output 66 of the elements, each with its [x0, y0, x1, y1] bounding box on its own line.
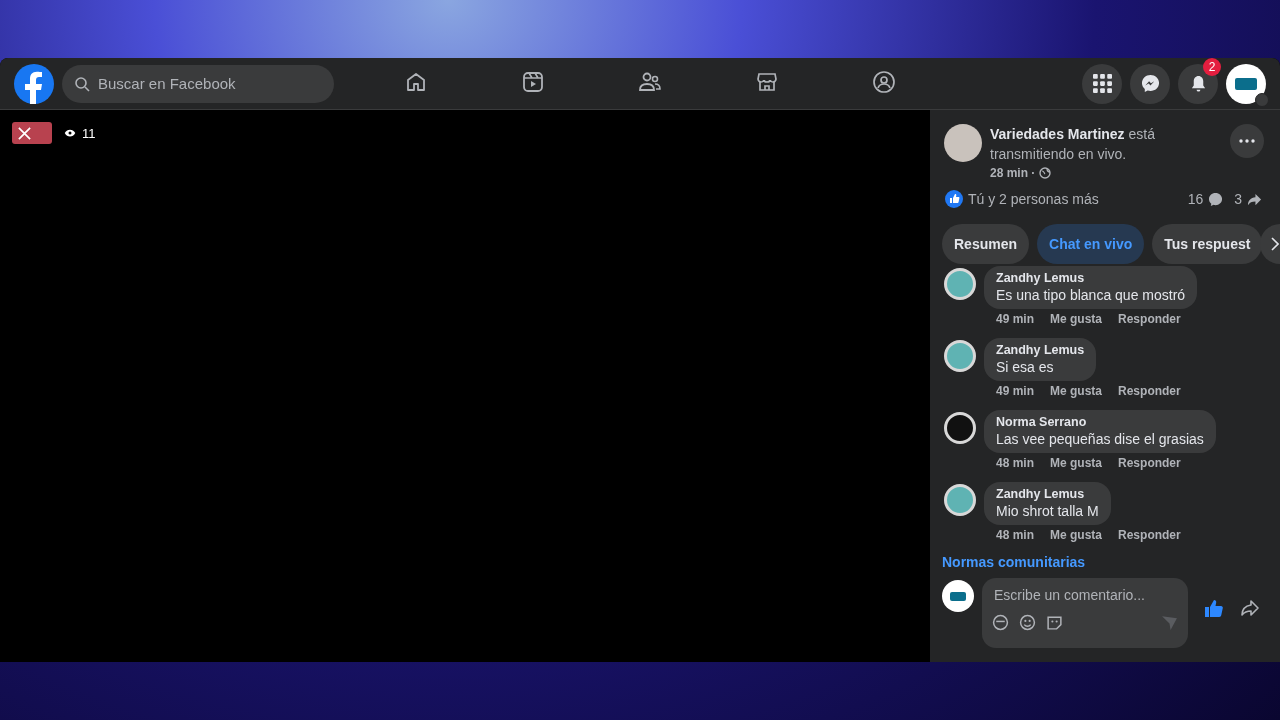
notification-count: 2	[1203, 58, 1221, 76]
store-icon	[755, 70, 779, 94]
tab[interactable]: Tus respuest	[1152, 224, 1263, 264]
reply-link[interactable]: Responder	[1118, 312, 1181, 326]
messenger-button[interactable]	[1130, 63, 1170, 104]
more-icon	[1239, 139, 1255, 143]
user-avatar	[942, 580, 974, 612]
comment-text: Si esa es	[996, 359, 1055, 375]
commenter-avatar[interactable]	[944, 484, 976, 516]
viewer-count: 11	[82, 125, 96, 141]
sticker-icon	[1046, 614, 1063, 631]
comment-time: 49 min	[996, 384, 1034, 398]
thumbs-up-icon[interactable]	[1204, 598, 1224, 618]
tab[interactable]: Chat en vivo	[1037, 224, 1145, 264]
profile-avatar[interactable]	[1226, 63, 1266, 104]
comment-author[interactable]: Zandhy Lemus	[996, 487, 1099, 501]
comment-count: 16	[1187, 191, 1204, 207]
group-icon	[872, 70, 896, 94]
like-link[interactable]: Me gusta	[1050, 456, 1103, 470]
search-icon	[74, 75, 90, 92]
comment-time: 48 min	[996, 456, 1034, 470]
comment-field[interactable]: Escribe un comentario...	[992, 586, 1176, 604]
comment-author[interactable]: Zandhy Lemus	[996, 343, 1085, 357]
avatar-sticker-icon	[992, 614, 1009, 631]
community-standards-link[interactable]: Normas comunitarias	[942, 554, 1086, 570]
comment-time: 48 min	[996, 528, 1034, 542]
home-icon	[404, 70, 428, 94]
commenter-avatar[interactable]	[944, 412, 976, 444]
chevron-right-icon	[1271, 237, 1279, 251]
comment-text: Mio shrot talla M	[996, 503, 1099, 519]
tab[interactable]: Resumen	[942, 224, 1030, 264]
reply-link[interactable]: Responder	[1118, 456, 1181, 470]
commenter-avatar[interactable]	[944, 268, 976, 300]
share-icon	[1247, 191, 1262, 207]
commenter-avatar[interactable]	[944, 340, 976, 372]
send-icon	[1161, 614, 1178, 631]
reactions-summary[interactable]: Tú y 2 personas más	[968, 191, 1183, 207]
menu-button[interactable]	[1082, 63, 1122, 104]
people-icon	[638, 70, 662, 94]
more-button[interactable]	[1230, 124, 1264, 158]
post-time: 28 min ·	[990, 166, 1036, 180]
comment-icon	[1208, 191, 1224, 207]
share-count: 3	[1234, 191, 1242, 207]
search-field[interactable]: Buscar en Facebook	[62, 64, 334, 103]
reply-link[interactable]: Responder	[1118, 384, 1181, 398]
grid-icon	[1092, 74, 1112, 93]
reply-link[interactable]: Responder	[1118, 528, 1181, 542]
comment-text: Las vee pequeñas dise el grasias	[996, 431, 1204, 447]
messenger-icon	[1140, 74, 1160, 93]
like-link[interactable]: Me gusta	[1050, 528, 1103, 542]
like-reaction-icon	[945, 190, 963, 208]
comment-author[interactable]: Zandhy Lemus	[996, 271, 1186, 285]
author-avatar[interactable]	[944, 124, 982, 162]
video-icon	[521, 70, 545, 94]
eye-icon	[64, 129, 76, 137]
comment-time: 49 min	[996, 312, 1034, 326]
comment-text: Es una tipo blanca que mostró	[996, 287, 1186, 303]
share-icon[interactable]	[1240, 598, 1260, 618]
close-icon	[17, 125, 32, 141]
notifications-button[interactable]	[1178, 63, 1218, 104]
comment-author[interactable]: Norma Serrano	[996, 415, 1204, 429]
emoji-icon	[1019, 614, 1036, 631]
like-link[interactable]: Me gusta	[1050, 312, 1103, 326]
post-header: Variedades Martinez está transmitiendo en vivo.	[990, 125, 1156, 164]
like-link[interactable]: Me gusta	[1050, 384, 1103, 398]
facebook-logo[interactable]	[14, 63, 54, 104]
